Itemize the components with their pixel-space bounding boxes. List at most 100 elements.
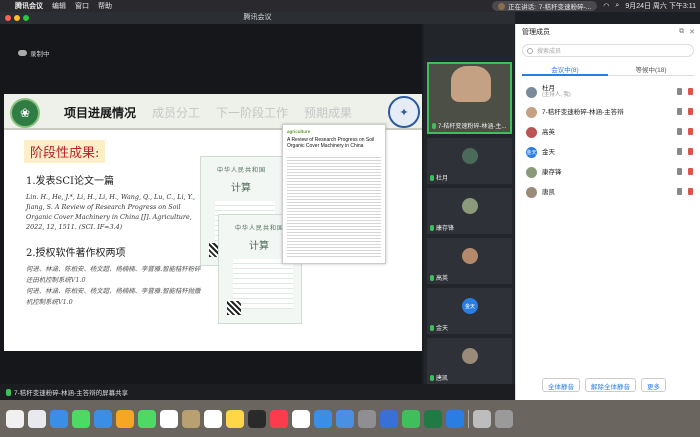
- unmute-all-button[interactable]: 解除全体静音: [585, 378, 636, 392]
- video-tile-label: 康存锋: [436, 226, 455, 232]
- slide-citation: Lin. H., He, J.*, Li, H., Li, H., Wang, …: [26, 193, 196, 231]
- trash-icon[interactable]: [495, 409, 513, 428]
- keynote-icon[interactable]: [314, 409, 332, 428]
- avatar: [526, 186, 537, 198]
- wechat-icon[interactable]: [402, 409, 420, 428]
- member-row[interactable]: 杜月 (主持人, 我): [516, 82, 700, 102]
- speaking-indicator[interactable]: 正在讲话: 7-秸秆变速粉碎-...: [492, 1, 598, 11]
- downloads-icon[interactable]: [473, 409, 491, 428]
- member-tabs: 会议中(8) 等候中(18): [522, 64, 694, 76]
- close-window-button[interactable]: [5, 15, 11, 21]
- mic-muted-icon[interactable]: [688, 188, 693, 195]
- music-icon[interactable]: [270, 409, 288, 428]
- software-item: 何进、林涵、陈柏安、杨文超、杨楠楠、李晋雅.智能秸秆粉碎还田机控制系统V1.0: [26, 265, 201, 284]
- numbers-icon[interactable]: [292, 409, 310, 428]
- search-icon[interactable]: ⌕: [615, 2, 619, 10]
- finder-icon[interactable]: [6, 409, 24, 428]
- mic-muted-icon[interactable]: [688, 148, 693, 155]
- word-icon[interactable]: [380, 409, 398, 428]
- video-tile[interactable]: 康存锋: [427, 188, 512, 234]
- member-row[interactable]: 7-秸秆变速粉碎-林涵-主答辩: [516, 102, 700, 122]
- mic-icon: [6, 388, 11, 396]
- video-tile[interactable]: 杜月: [427, 138, 512, 184]
- camera-icon[interactable]: [677, 128, 682, 135]
- mail-icon[interactable]: [94, 409, 112, 428]
- camera-icon[interactable]: [677, 148, 682, 155]
- panel-actions: 全体静音 解除全体静音 更多: [516, 378, 700, 392]
- certificate-title: 计算: [249, 241, 269, 252]
- member-search-input[interactable]: 搜索成员: [522, 44, 694, 57]
- mic-muted-icon[interactable]: [688, 108, 693, 115]
- camera-icon[interactable]: [677, 168, 682, 175]
- slide-stage-title: 阶段性成果:: [24, 140, 106, 163]
- member-row[interactable]: 高英: [516, 122, 700, 142]
- video-tile[interactable]: 唐凯: [427, 338, 512, 384]
- slide-software-list: 何进、林涵、陈柏安、杨文超、杨楠楠、李晋雅.智能秸秆粉碎还田机控制系统V1.0 …: [26, 264, 204, 308]
- date-time[interactable]: 9月24日 周六 下午3:11: [625, 1, 696, 11]
- avatar: [526, 166, 537, 178]
- mic-muted-icon[interactable]: [688, 128, 693, 135]
- member-name: 金天: [542, 148, 555, 156]
- more-button[interactable]: 更多: [641, 378, 666, 392]
- menu-help[interactable]: 帮助: [98, 1, 112, 11]
- presentation-slide: ❀ 项目进展情况 成员分工 下一阶段工作 预期成果 ✦ 阶段性成果: 1.发表S…: [4, 94, 422, 351]
- tab-in-meeting[interactable]: 会议中(8): [522, 64, 608, 76]
- tencent-meeting-icon[interactable]: [446, 409, 464, 428]
- launchpad-icon[interactable]: [28, 409, 46, 428]
- shared-screen-stage[interactable]: 录制中 ❀ 项目进展情况 成员分工 下一阶段工作 预期成果 ✦ 阶段性成果: 1…: [0, 24, 422, 384]
- mic-on-icon: [430, 274, 434, 281]
- member-row[interactable]: 唐凯: [516, 182, 700, 202]
- camera-icon[interactable]: [677, 188, 682, 195]
- contacts-icon[interactable]: [182, 409, 200, 428]
- appletv-icon[interactable]: [248, 409, 266, 428]
- excel-icon[interactable]: [424, 409, 442, 428]
- mic-muted-icon[interactable]: [688, 168, 693, 175]
- certificate-header: 中华人民共和国: [235, 226, 285, 232]
- popout-icon[interactable]: ⧉: [679, 28, 684, 36]
- safari-icon[interactable]: [50, 409, 68, 428]
- mic-on-icon: [430, 224, 434, 231]
- university-logo: ❀: [10, 98, 40, 128]
- camera-icon[interactable]: [677, 88, 682, 95]
- menu-edit[interactable]: 编辑: [52, 1, 66, 11]
- messages-icon[interactable]: [72, 409, 90, 428]
- mute-all-button[interactable]: 全体静音: [542, 378, 580, 392]
- cloud-recording-icon: [18, 50, 27, 56]
- paper-body-text: [287, 155, 381, 259]
- close-icon[interactable]: ✕: [689, 28, 695, 36]
- slide-nav: 项目进展情况 成员分工 下一阶段工作 预期成果: [56, 102, 360, 123]
- member-row[interactable]: 康存锋: [516, 162, 700, 182]
- reminders-icon[interactable]: [204, 409, 222, 428]
- settings-icon[interactable]: [358, 409, 376, 428]
- screen-share-bar[interactable]: 7-秸秆变速粉碎-林涵-主答辩的屏幕共享: [0, 384, 515, 400]
- menu-window[interactable]: 窗口: [75, 1, 89, 11]
- recording-indicator[interactable]: 录制中: [18, 48, 50, 58]
- notes-icon[interactable]: [226, 409, 244, 428]
- member-list: 杜月 (主持人, 我) 7-秸秆变速粉碎-林涵-主答辩 高英 金天 金天 康存锋 …: [516, 82, 700, 202]
- facetime-icon[interactable]: [138, 409, 156, 428]
- video-tile-label: 金天: [436, 326, 449, 332]
- video-tile-label: 唐凯: [436, 376, 449, 382]
- appstore-icon[interactable]: [336, 409, 354, 428]
- zoom-window-button[interactable]: [23, 15, 29, 21]
- menu-app-name[interactable]: 腾讯会议: [15, 1, 43, 11]
- mic-on-icon: [430, 324, 434, 331]
- participants-panel: 管理成员 ⧉ ✕ 搜索成员 会议中(8) 等候中(18) 杜月 (主持人, 我) …: [515, 24, 700, 400]
- tab-waiting[interactable]: 等候中(18): [608, 64, 694, 76]
- camera-icon[interactable]: [677, 108, 682, 115]
- wifi-icon[interactable]: ◠: [603, 2, 609, 10]
- video-tile[interactable]: 高英: [427, 238, 512, 284]
- photos-icon[interactable]: [116, 409, 134, 428]
- video-tile[interactable]: 金天 金天: [427, 288, 512, 334]
- slide-nav-progress: 项目进展情况: [64, 106, 137, 120]
- mic-muted-icon[interactable]: [688, 88, 693, 95]
- member-name: 高英: [542, 128, 555, 136]
- member-row[interactable]: 金天 金天: [516, 142, 700, 162]
- paper-first-page-image: agriculture A Review of Research Progres…: [282, 124, 386, 264]
- search-icon: [527, 48, 533, 54]
- video-tile[interactable]: 7-秸秆变速粉碎-林涵-主...: [427, 62, 512, 134]
- video-tile-label: 7-秸秆变速粉碎-林涵-主...: [438, 124, 507, 130]
- calendar-icon[interactable]: [160, 409, 178, 428]
- window-title: 腾讯会议: [243, 14, 272, 21]
- minimize-window-button[interactable]: [14, 15, 20, 21]
